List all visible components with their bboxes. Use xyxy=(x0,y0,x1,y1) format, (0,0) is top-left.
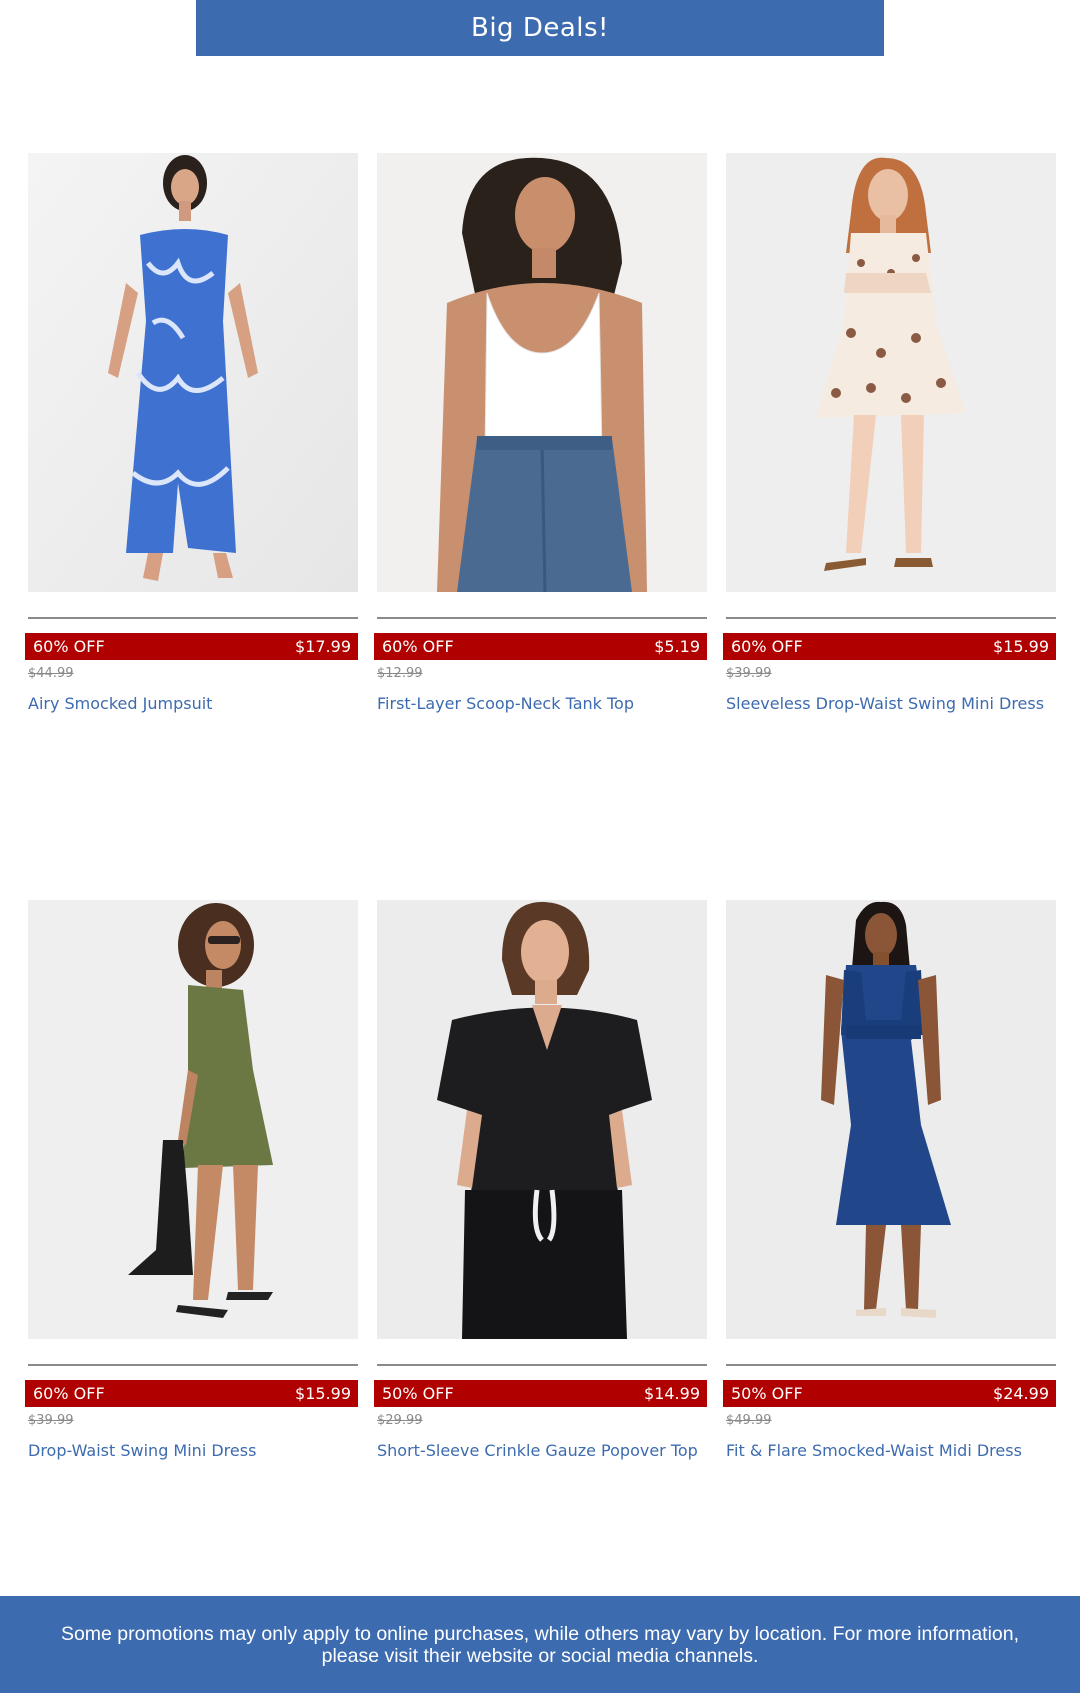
sale-price: $14.99 xyxy=(644,1384,700,1403)
product-image[interactable] xyxy=(726,153,1056,592)
divider xyxy=(28,617,358,619)
product-name-link[interactable]: Short-Sleeve Crinkle Gauze Popover Top xyxy=(377,1441,698,1460)
divider xyxy=(726,617,1056,619)
product-image[interactable] xyxy=(377,153,707,592)
product-image[interactable] xyxy=(726,900,1056,1339)
discount-label: 50% OFF xyxy=(382,1384,454,1403)
deal-badge: 50% OFF $24.99 xyxy=(723,1380,1056,1407)
promo-disclaimer-footer: Some promotions may only apply to online… xyxy=(0,1596,1080,1693)
divider xyxy=(377,617,707,619)
original-price: $29.99 xyxy=(377,1413,423,1428)
original-price: $12.99 xyxy=(377,666,423,681)
original-price: $39.99 xyxy=(726,666,772,681)
discount-label: 60% OFF xyxy=(33,1384,105,1403)
original-price: $44.99 xyxy=(28,666,74,681)
product-image[interactable] xyxy=(377,900,707,1339)
deal-badge: 60% OFF $15.99 xyxy=(723,633,1056,660)
sale-price: $24.99 xyxy=(993,1384,1049,1403)
sale-price: $15.99 xyxy=(295,1384,351,1403)
product-image[interactable] xyxy=(28,900,358,1339)
original-price: $49.99 xyxy=(726,1413,772,1428)
banner-title: Big Deals! xyxy=(471,13,609,43)
product-name-link[interactable]: Airy Smocked Jumpsuit xyxy=(28,694,212,713)
discount-label: 60% OFF xyxy=(33,637,105,656)
deal-badge: 50% OFF $14.99 xyxy=(374,1380,707,1407)
original-price: $39.99 xyxy=(28,1413,74,1428)
deal-badge: 60% OFF $17.99 xyxy=(25,633,358,660)
sale-price: $5.19 xyxy=(654,637,700,656)
product-name-link[interactable]: Sleeveless Drop-Waist Swing Mini Dress xyxy=(726,694,1044,713)
disclaimer-text: Some promotions may only apply to online… xyxy=(60,1622,1020,1667)
product-name-link[interactable]: Drop-Waist Swing Mini Dress xyxy=(28,1441,256,1460)
divider xyxy=(726,1364,1056,1366)
product-name-link[interactable]: First-Layer Scoop-Neck Tank Top xyxy=(377,694,634,713)
discount-label: 50% OFF xyxy=(731,1384,803,1403)
divider xyxy=(377,1364,707,1366)
sale-price: $15.99 xyxy=(993,637,1049,656)
discount-label: 60% OFF xyxy=(731,637,803,656)
product-name-link[interactable]: Fit & Flare Smocked-Waist Midi Dress xyxy=(726,1441,1022,1460)
discount-label: 60% OFF xyxy=(382,637,454,656)
deal-badge: 60% OFF $5.19 xyxy=(374,633,707,660)
divider xyxy=(28,1364,358,1366)
deal-badge: 60% OFF $15.99 xyxy=(25,1380,358,1407)
product-image[interactable] xyxy=(28,153,358,592)
sale-price: $17.99 xyxy=(295,637,351,656)
big-deals-banner: Big Deals! xyxy=(196,0,884,56)
